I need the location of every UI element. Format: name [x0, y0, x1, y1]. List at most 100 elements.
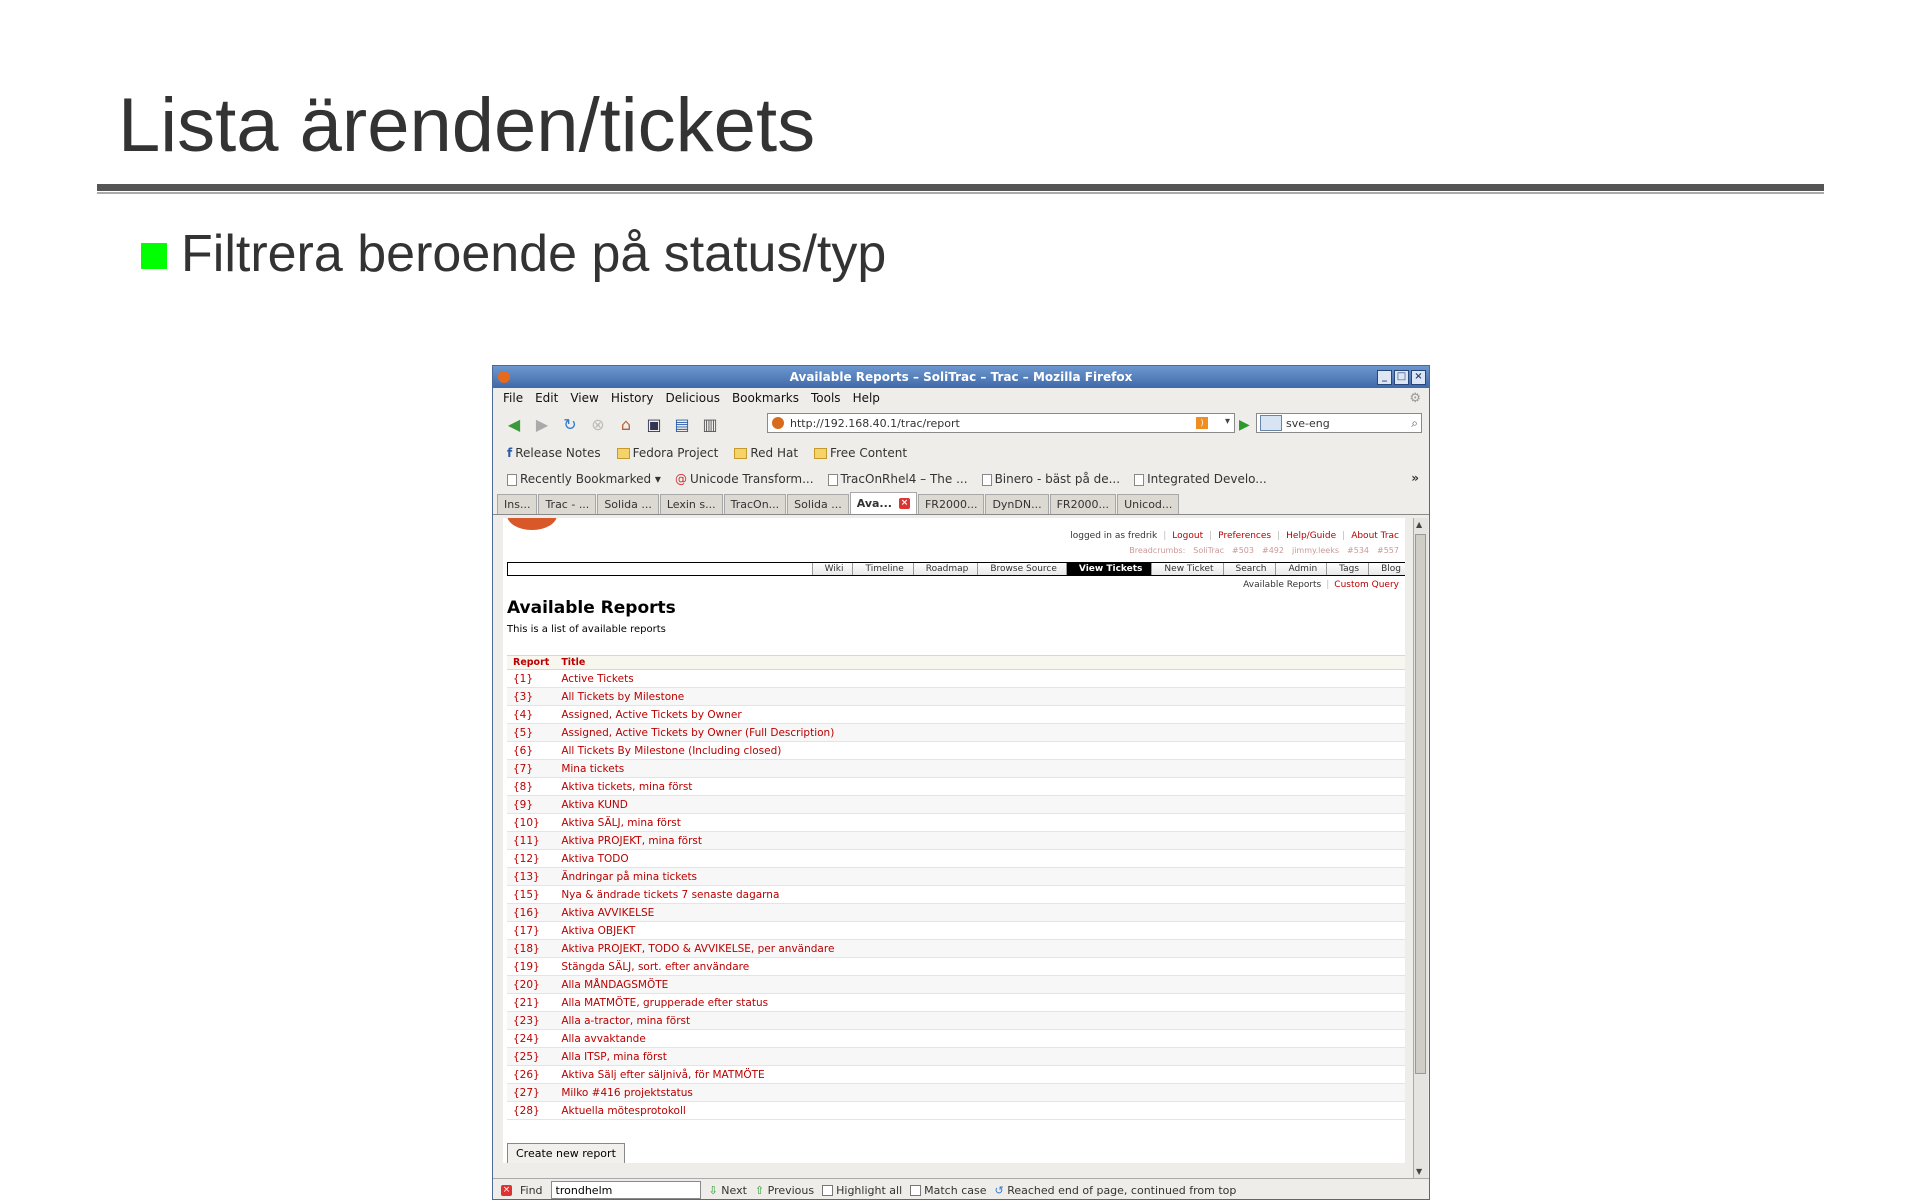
report-row[interactable]: {9} Aktiva KUND	[507, 795, 1405, 814]
tab[interactable]: Trac - ...	[538, 494, 597, 514]
report-row[interactable]: {13} Ändringar på mina tickets	[507, 867, 1405, 886]
save-icon[interactable]: ▤	[671, 413, 693, 435]
report-title-link[interactable]: Aktiva AVVIKELSE	[555, 903, 1405, 922]
report-number-link[interactable]: {19}	[507, 957, 556, 976]
report-row[interactable]: {11} Aktiva PROJEKT, mina först	[507, 831, 1405, 850]
report-title-link[interactable]: Stängda SÄLJ, sort. efter användare	[555, 957, 1405, 976]
about-trac-link[interactable]: About Trac	[1351, 531, 1399, 541]
vertical-scrollbar[interactable]: ▲ ▼	[1413, 518, 1428, 1178]
report-row[interactable]: {1} Active Tickets	[507, 669, 1405, 688]
report-title-link[interactable]: Alla MATMÖTE, grupperade efter status	[555, 993, 1405, 1012]
report-title-link[interactable]: Aktiva Sälj efter säljnivå, för MATMÖTE	[555, 1065, 1405, 1084]
report-title-link[interactable]: Alla MÅNDAGSMÖTE	[555, 975, 1405, 994]
report-number-link[interactable]: {17}	[507, 921, 556, 940]
report-title-link[interactable]: Aktiva PROJEKT, TODO & AVVIKELSE, per an…	[555, 939, 1405, 958]
search-bar[interactable]: sve-eng ⌕	[1256, 413, 1422, 433]
report-number-link[interactable]: {28}	[507, 1101, 556, 1120]
menu-edit[interactable]: Edit	[535, 391, 558, 405]
close-find-icon[interactable]: ×	[501, 1184, 512, 1196]
stop-icon[interactable]: ⊗	[587, 413, 609, 435]
logout-link[interactable]: Logout	[1172, 531, 1203, 541]
find-input[interactable]	[550, 1181, 701, 1199]
report-number-link[interactable]: {3}	[507, 687, 556, 706]
report-title-link[interactable]: Mina tickets	[555, 759, 1405, 778]
report-row[interactable]: {5} Assigned, Active Tickets by Owner (Fu…	[507, 723, 1405, 742]
nav-timeline[interactable]: Timeline	[852, 563, 913, 575]
report-title-link[interactable]: Alla avvaktande	[555, 1029, 1405, 1048]
find-next-button[interactable]: ⇩ Next	[709, 1184, 747, 1197]
print-icon[interactable]: ▥	[699, 413, 721, 435]
breadcrumb-link[interactable]: #534	[1347, 546, 1369, 555]
report-row[interactable]: {23} Alla a-tractor, mina först	[507, 1011, 1405, 1030]
go-icon[interactable]: ▶	[1239, 417, 1250, 433]
report-number-link[interactable]: {27}	[507, 1083, 556, 1102]
create-new-report-button[interactable]: Create new report	[507, 1143, 625, 1163]
close-icon[interactable]: ×	[1411, 370, 1426, 385]
nav-new-ticket[interactable]: New Ticket	[1151, 563, 1223, 575]
menu-help[interactable]: Help	[853, 391, 880, 405]
report-row[interactable]: {24} Alla avvaktande	[507, 1029, 1405, 1048]
report-title-link[interactable]: Aktiva KUND	[555, 795, 1405, 814]
tab[interactable]: FR2000...	[1049, 494, 1117, 514]
report-title-link[interactable]: Aktiva OBJEKT	[555, 921, 1405, 940]
bookmark-free-content[interactable]: Free Content	[814, 446, 907, 460]
report-title-link[interactable]: Aktiva tickets, mina först	[555, 777, 1405, 796]
report-number-link[interactable]: {8}	[507, 777, 556, 796]
url-bar[interactable]: http://192.168.40.1/trac/report ) ▾	[767, 413, 1235, 433]
tab[interactable]: Solida ...	[787, 494, 849, 514]
report-title-link[interactable]: Ändringar på mina tickets	[555, 867, 1405, 886]
menu-bookmarks[interactable]: Bookmarks	[732, 391, 799, 405]
custom-query-link[interactable]: Custom Query	[1334, 580, 1399, 590]
close-tab-icon[interactable]: ×	[898, 498, 910, 509]
search-input[interactable]: sve-eng	[1286, 417, 1330, 430]
reload-icon[interactable]: ↻	[559, 413, 581, 435]
report-row[interactable]: {20} Alla MÅNDAGSMÖTE	[507, 975, 1405, 994]
scroll-up-icon[interactable]: ▲	[1416, 520, 1422, 529]
maximize-icon[interactable]: □	[1394, 370, 1409, 385]
preferences-link[interactable]: Preferences	[1218, 531, 1271, 541]
menu-tools[interactable]: Tools	[811, 391, 841, 405]
report-row[interactable]: {6} All Tickets By Milestone (Including c…	[507, 741, 1405, 760]
tab[interactable]: FR2000...	[917, 494, 985, 514]
bookmark-unicode[interactable]: @ Unicode Transform...	[675, 472, 814, 486]
bookmark-fedora-project[interactable]: Fedora Project	[616, 446, 718, 460]
tab[interactable]: DynDN...	[985, 494, 1049, 514]
tab[interactable]: Unicod...	[1117, 494, 1180, 514]
report-number-link[interactable]: {24}	[507, 1029, 556, 1048]
report-row[interactable]: {21} Alla MATMÖTE, grupperade efter statu…	[507, 993, 1405, 1012]
report-row[interactable]: {7} Mina tickets	[507, 759, 1405, 778]
nav-tags[interactable]: Tags	[1326, 563, 1369, 575]
menu-delicious[interactable]: Delicious	[666, 391, 720, 405]
nav-wiki[interactable]: Wiki	[811, 563, 853, 575]
menu-history[interactable]: History	[611, 391, 654, 405]
breadcrumb-link[interactable]: #503	[1232, 546, 1254, 555]
screenshot-icon[interactable]: ▣	[643, 413, 665, 435]
nav-search[interactable]: Search	[1222, 563, 1276, 575]
help-guide-link[interactable]: Help/Guide	[1286, 531, 1336, 541]
report-title-link[interactable]: Assigned, Active Tickets by Owner	[555, 705, 1405, 724]
report-title-link[interactable]: All Tickets by Milestone	[555, 687, 1405, 706]
report-title-link[interactable]: Aktuella mötesprotokoll	[555, 1101, 1405, 1120]
back-arrow-icon[interactable]: ◀	[503, 413, 525, 435]
report-title-link[interactable]: Aktiva PROJEKT, mina först	[555, 831, 1405, 850]
report-number-link[interactable]: {6}	[507, 741, 556, 760]
recently-bookmarked[interactable]: Recently Bookmarked ▾	[507, 472, 661, 486]
minimize-icon[interactable]: _	[1377, 370, 1392, 385]
report-number-link[interactable]: {9}	[507, 795, 556, 814]
report-title-link[interactable]: Aktiva SÄLJ, mina först	[555, 813, 1405, 832]
breadcrumb-link[interactable]: #557	[1377, 546, 1399, 555]
report-number-link[interactable]: {11}	[507, 831, 556, 850]
report-number-link[interactable]: {1}	[507, 669, 556, 688]
column-header-title[interactable]: Title	[555, 655, 1405, 670]
report-number-link[interactable]: {15}	[507, 885, 556, 904]
report-title-link[interactable]: Assigned, Active Tickets by Owner (Full …	[555, 723, 1405, 742]
forward-arrow-icon[interactable]: ▶	[531, 413, 553, 435]
menu-file[interactable]: File	[503, 391, 523, 405]
scroll-down-icon[interactable]: ▼	[1416, 1167, 1422, 1176]
tab[interactable]: Ins...	[497, 494, 538, 514]
breadcrumb-link[interactable]: jimmy.leeks	[1292, 546, 1339, 555]
report-row[interactable]: {25} Alla ITSP, mina först	[507, 1047, 1405, 1066]
report-number-link[interactable]: {7}	[507, 759, 556, 778]
chevron-down-icon[interactable]: ▾	[1225, 416, 1230, 427]
report-title-link[interactable]: Milko #416 projektstatus	[555, 1083, 1405, 1102]
